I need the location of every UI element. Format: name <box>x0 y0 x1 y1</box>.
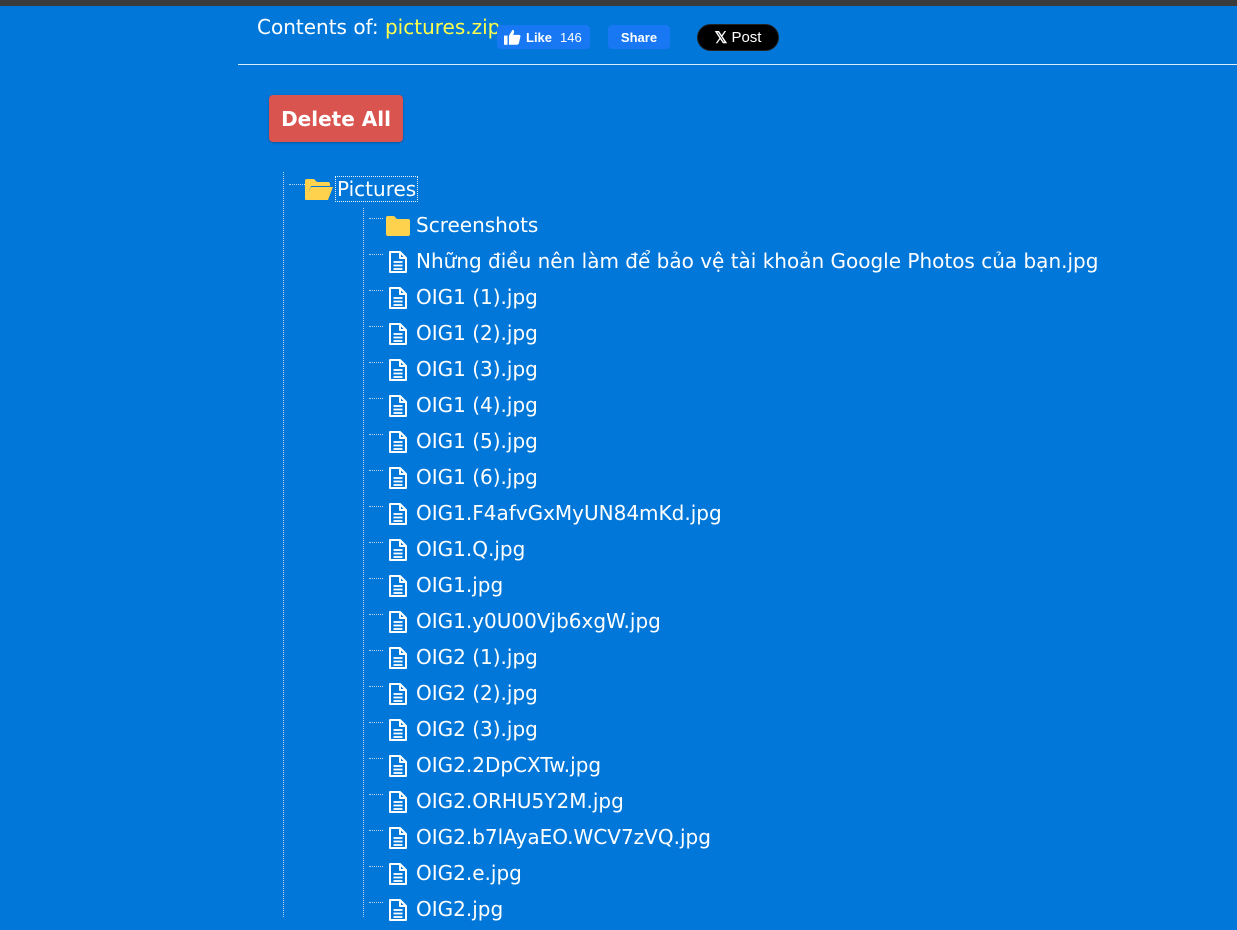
contents-prefix: Contents of: <box>257 15 385 39</box>
tree-connector <box>369 434 383 435</box>
x-logo-icon: 𝕏 <box>714 29 728 47</box>
file-icon <box>389 683 407 705</box>
tree-item-label[interactable]: OIG1 (1).jpg <box>416 285 538 309</box>
file-icon <box>389 431 407 453</box>
file-icon <box>389 647 407 669</box>
tree-item-label[interactable]: OIG1.jpg <box>416 573 503 597</box>
tree-item-label[interactable]: OIG1 (4).jpg <box>416 393 538 417</box>
tree-item-label[interactable]: OIG1 (6).jpg <box>416 465 538 489</box>
file-icon <box>389 539 407 561</box>
archive-name: pictures.zip <box>384 15 501 39</box>
contents-title: Contents of: pictures.zip <box>257 15 500 39</box>
tree-item-label[interactable]: OIG1 (5).jpg <box>416 429 538 453</box>
x-post-label: Post <box>731 29 762 46</box>
tree-item-label[interactable]: OIG1 (2).jpg <box>416 321 538 345</box>
tree-connector <box>369 290 383 291</box>
facebook-like-label: Like <box>526 29 553 45</box>
tree-root-label[interactable]: Pictures <box>334 176 419 202</box>
tree-item-label[interactable]: OIG1.y0U00Vjb6xgW.jpg <box>416 609 661 633</box>
folder-icon <box>386 216 410 236</box>
file-icon <box>389 251 407 273</box>
tree-connector <box>369 830 383 831</box>
tree-item-label[interactable]: Screenshots <box>416 213 538 237</box>
tree-connector <box>369 398 383 399</box>
file-icon <box>389 395 407 417</box>
folder-open-icon <box>305 179 333 200</box>
tree-connector <box>369 650 383 651</box>
file-icon <box>389 791 407 813</box>
file-icon <box>389 899 407 921</box>
thumbs-up-icon <box>504 29 521 45</box>
tree-item-label[interactable]: OIG1.Q.jpg <box>416 537 525 561</box>
delete-all-button[interactable]: Delete All <box>269 95 403 142</box>
facebook-like-count: 146 <box>560 29 582 45</box>
tree-connector <box>369 470 383 471</box>
file-icon <box>389 827 407 849</box>
tree-item-label[interactable]: OIG1 (3).jpg <box>416 357 538 381</box>
tree-guide-line <box>283 172 284 917</box>
tree-connector <box>369 326 383 327</box>
tree-connector <box>289 184 305 185</box>
tree-connector <box>369 362 383 363</box>
tree-item-label[interactable]: OIG2.jpg <box>416 897 503 921</box>
tree-connector <box>369 758 383 759</box>
file-icon <box>389 755 407 777</box>
tree-connector <box>369 614 383 615</box>
tree-connector <box>369 578 383 579</box>
tree-connector <box>369 542 383 543</box>
file-icon <box>389 467 407 489</box>
tree-item-label[interactable]: Những điều nên làm để bảo vệ tài khoản G… <box>416 249 1098 273</box>
file-icon <box>389 503 407 525</box>
tree-item-label[interactable]: OIG2.e.jpg <box>416 861 522 885</box>
tree-connector <box>369 722 383 723</box>
page-header: Contents of: pictures.zip Like 146 Share… <box>238 6 1237 65</box>
x-post-button[interactable]: 𝕏 Post <box>697 24 779 51</box>
tree-connector <box>369 902 383 903</box>
tree-connector <box>369 866 383 867</box>
file-icon <box>389 359 407 381</box>
facebook-like-button[interactable]: Like 146 <box>497 25 590 49</box>
tree-connector <box>369 218 383 219</box>
tree-item-label[interactable]: OIG2.2DpCXTw.jpg <box>416 753 601 777</box>
tree-item-label[interactable]: OIG2 (1).jpg <box>416 645 538 669</box>
file-icon <box>389 611 407 633</box>
tree-connector <box>369 686 383 687</box>
tree-item-label[interactable]: OIG1.F4afvGxMyUN84mKd.jpg <box>416 501 722 525</box>
tree-item-label[interactable]: OIG2 (2).jpg <box>416 681 538 705</box>
tree-item-label[interactable]: OIG2 (3).jpg <box>416 717 538 741</box>
file-icon <box>389 575 407 597</box>
tree-item-label[interactable]: OIG2.b7lAyaEO.WCV7zVQ.jpg <box>416 825 711 849</box>
file-icon <box>389 863 407 885</box>
tree-connector <box>369 794 383 795</box>
subtree-guide-line <box>363 208 364 917</box>
tree-item-label[interactable]: OIG2.ORHU5Y2M.jpg <box>416 789 624 813</box>
tree-connector <box>369 506 383 507</box>
file-icon <box>389 719 407 741</box>
facebook-share-button[interactable]: Share <box>608 25 670 49</box>
tree-connector <box>369 254 383 255</box>
file-icon <box>389 287 407 309</box>
file-icon <box>389 323 407 345</box>
